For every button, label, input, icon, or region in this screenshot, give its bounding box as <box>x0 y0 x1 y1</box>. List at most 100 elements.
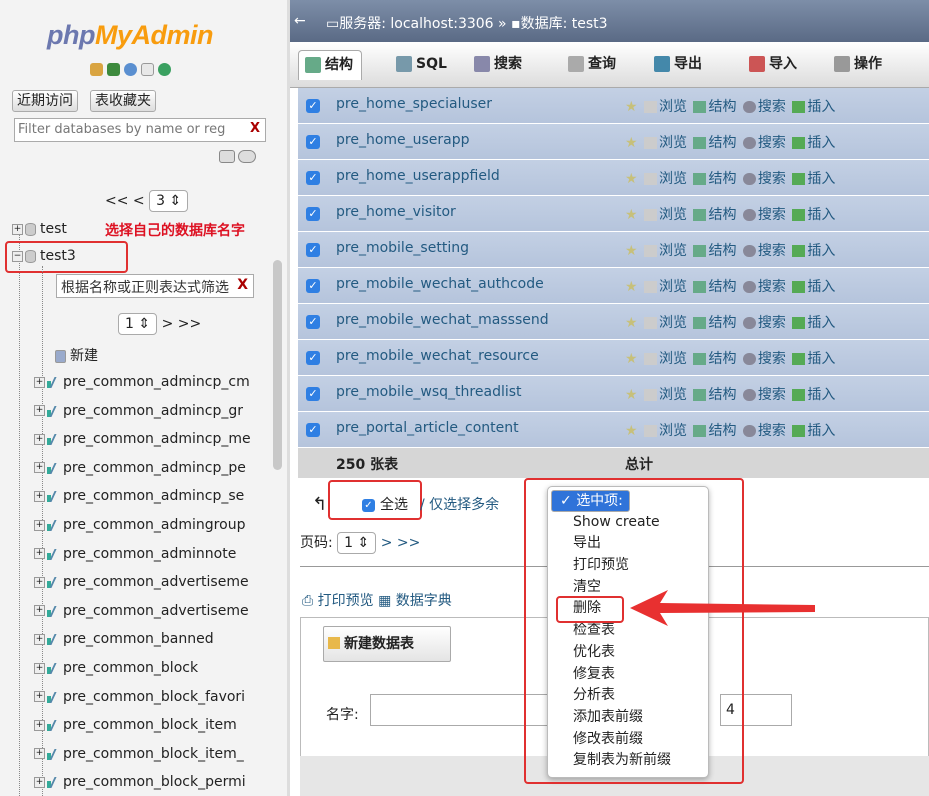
search-link[interactable]: 搜索 <box>758 351 786 367</box>
back-arrow-icon[interactable]: ← <box>294 14 308 28</box>
insert-link[interactable]: 插入 <box>807 207 835 223</box>
table-name-link[interactable]: pre_mobile_wechat_authcode <box>336 276 544 292</box>
tab-0[interactable]: 结构 <box>298 50 362 80</box>
expand-icon[interactable]: + <box>34 633 45 645</box>
nav-table-item[interactable]: + pre_common_banned <box>34 631 214 647</box>
structure-link[interactable]: 结构 <box>708 135 736 151</box>
structure-link[interactable]: 结构 <box>708 99 736 115</box>
structure-link[interactable]: 结构 <box>708 279 736 295</box>
favorite-star-icon[interactable]: ★ <box>625 171 638 187</box>
insert-link[interactable]: 插入 <box>807 99 835 115</box>
structure-link[interactable]: 结构 <box>708 243 736 259</box>
search-link[interactable]: 搜索 <box>758 207 786 223</box>
row-checkbox[interactable]: ✓ <box>306 423 320 437</box>
structure-link[interactable]: 结构 <box>708 387 736 403</box>
browse-link[interactable]: 浏览 <box>659 315 687 331</box>
structure-link[interactable]: 结构 <box>708 423 736 439</box>
insert-link[interactable]: 插入 <box>807 351 835 367</box>
row-checkbox[interactable]: ✓ <box>306 243 320 257</box>
docs-icon[interactable] <box>141 63 154 76</box>
favorites-button[interactable]: 表收藏夹 <box>90 90 156 112</box>
table-name-link[interactable]: pre_home_specialuser <box>336 96 492 112</box>
nav-table-item[interactable]: + pre_common_admingroup <box>34 517 245 533</box>
tab-4[interactable]: 导出 <box>648 50 702 80</box>
structure-link[interactable]: 结构 <box>708 351 736 367</box>
page-select-main[interactable]: 1 ⇕ <box>337 532 377 554</box>
row-checkbox[interactable]: ✓ <box>306 315 320 329</box>
table-filter-input[interactable]: 根据名称或正则表达式筛选 X <box>56 274 254 298</box>
expand-icon[interactable]: + <box>34 776 45 788</box>
table-name-link[interactable]: pre_portal_article_content <box>336 420 519 436</box>
table-name-link[interactable]: pre_home_visitor <box>336 204 456 220</box>
insert-link[interactable]: 插入 <box>807 243 835 259</box>
insert-link[interactable]: 插入 <box>807 171 835 187</box>
favorite-star-icon[interactable]: ★ <box>625 423 638 439</box>
row-checkbox[interactable]: ✓ <box>306 387 320 401</box>
search-link[interactable]: 搜索 <box>758 99 786 115</box>
expand-icon[interactable]: + <box>12 223 23 235</box>
new-table-node[interactable]: 新建 <box>55 345 98 365</box>
clear-table-filter-icon[interactable]: X <box>237 277 248 293</box>
table-name-link[interactable]: pre_mobile_wechat_resource <box>336 348 539 364</box>
breadcrumb-database[interactable]: 数据库: test3 <box>521 16 608 32</box>
nav-table-item[interactable]: + pre_common_block_favori <box>34 689 245 705</box>
expand-icon[interactable]: + <box>34 433 45 445</box>
home-icon[interactable] <box>90 63 103 76</box>
search-link[interactable]: 搜索 <box>758 171 786 187</box>
insert-link[interactable]: 插入 <box>807 423 835 439</box>
table-name-input[interactable] <box>370 694 550 726</box>
table-page-select[interactable]: 1 ⇕ <box>118 313 158 335</box>
nav-table-item[interactable]: + pre_common_admincp_pe <box>34 460 246 476</box>
expand-icon[interactable]: + <box>34 376 45 388</box>
expand-icon[interactable]: + <box>34 548 45 560</box>
db-filter-input[interactable]: Filter databases by name or reg X <box>14 118 266 142</box>
browse-link[interactable]: 浏览 <box>659 99 687 115</box>
browse-link[interactable]: 浏览 <box>659 279 687 295</box>
table-name-link[interactable]: pre_mobile_wechat_masssend <box>336 312 549 328</box>
collapse-all-icon[interactable] <box>219 150 235 163</box>
structure-link[interactable]: 结构 <box>708 171 736 187</box>
nav-table-item[interactable]: + pre_common_block_item_ <box>34 746 244 762</box>
expand-icon[interactable]: + <box>34 576 45 588</box>
phpmyadmin-logo[interactable]: phpMyAdmin <box>47 20 213 51</box>
browse-link[interactable]: 浏览 <box>659 387 687 403</box>
nav-table-item[interactable]: + pre_common_block <box>34 660 198 676</box>
select-overhead-link[interactable]: / 仅选择多余 <box>420 494 499 514</box>
nav-table-item[interactable]: + pre_common_block_permi <box>34 774 246 790</box>
tab-5[interactable]: 导入 <box>743 50 797 80</box>
browse-link[interactable]: 浏览 <box>659 423 687 439</box>
expand-icon[interactable]: + <box>34 490 45 502</box>
table-name-link[interactable]: pre_home_userapp <box>336 132 470 148</box>
expand-icon[interactable]: + <box>34 662 45 674</box>
print-preview-link[interactable]: 打印预览 <box>318 593 374 609</box>
search-link[interactable]: 搜索 <box>758 423 786 439</box>
nav-table-item[interactable]: + pre_common_advertiseme <box>34 574 249 590</box>
nav-table-item[interactable]: + pre_common_admincp_cm <box>34 374 250 390</box>
favorite-star-icon[interactable]: ★ <box>625 99 638 115</box>
nav-table-item[interactable]: + pre_common_admincp_gr <box>34 403 243 419</box>
next-page-link[interactable]: > >> <box>381 535 421 551</box>
data-dictionary-link[interactable]: 数据字典 <box>396 593 452 609</box>
search-link[interactable]: 搜索 <box>758 243 786 259</box>
nav-table-item[interactable]: + pre_common_adminnote <box>34 546 236 562</box>
search-link[interactable]: 搜索 <box>758 315 786 331</box>
clear-filter-icon[interactable]: X <box>250 121 260 136</box>
structure-link[interactable]: 结构 <box>708 207 736 223</box>
insert-link[interactable]: 插入 <box>807 135 835 151</box>
nav-table-item[interactable]: + pre_common_block_item <box>34 717 237 733</box>
search-link[interactable]: 搜索 <box>758 279 786 295</box>
expand-icon[interactable]: + <box>34 605 45 617</box>
insert-link[interactable]: 插入 <box>807 279 835 295</box>
insert-link[interactable]: 插入 <box>807 387 835 403</box>
browse-link[interactable]: 浏览 <box>659 171 687 187</box>
link-icon[interactable] <box>238 150 256 163</box>
nav-table-item[interactable]: + pre_common_admincp_se <box>34 488 244 504</box>
new-table-button[interactable]: 新建数据表 <box>323 626 451 662</box>
table-name-link[interactable]: pre_mobile_wsq_threadlist <box>336 384 522 400</box>
db-item-test[interactable]: + test <box>12 221 67 237</box>
browse-link[interactable]: 浏览 <box>659 351 687 367</box>
tab-2[interactable]: 搜索 <box>468 50 522 80</box>
nav-table-item[interactable]: + pre_common_advertiseme <box>34 603 249 619</box>
row-checkbox[interactable]: ✓ <box>306 279 320 293</box>
table-name-link[interactable]: pre_mobile_setting <box>336 240 469 256</box>
